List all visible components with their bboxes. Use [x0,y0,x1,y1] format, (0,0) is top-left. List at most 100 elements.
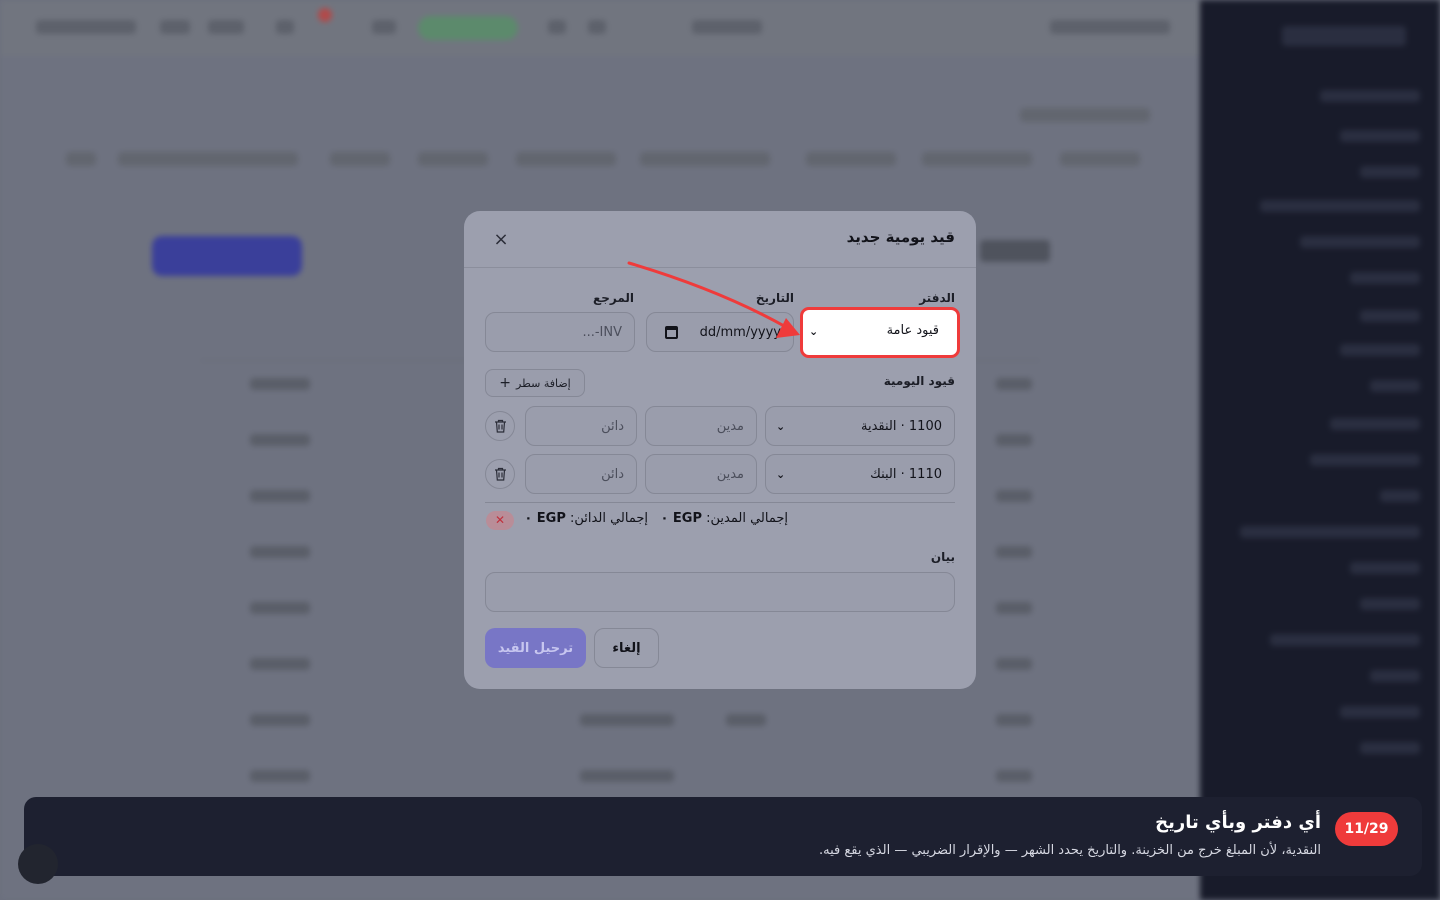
reference-input[interactable]: INV-... [485,312,635,352]
background-notification-dot [318,8,332,22]
total-debit-label: إجمالي المدين: [706,511,788,526]
trash-icon [494,467,506,481]
background-sidebar-item [1370,670,1420,682]
reference-placeholder: INV-... [582,324,622,340]
background-table-cell [996,434,1032,446]
background-primary-button [152,236,302,276]
calendar-icon[interactable] [665,326,678,339]
background-table-cell [250,714,310,726]
background-table-cell [996,602,1032,614]
line-account-value: 1100 · النقدية [861,418,942,434]
background-breadcrumb [1020,108,1150,122]
description-label: بيان [930,550,955,564]
line-account-select[interactable]: 1100 · النقدية ⌄ [765,406,955,446]
close-icon[interactable]: × [492,231,510,249]
background-sidebar-item [1260,200,1420,212]
background-topbar-item [372,20,396,34]
background-topbar-item [1050,20,1170,34]
ledger-select-value: قيود عامة [886,323,939,338]
line-account-value: 1110 · البنك [870,466,942,482]
tour-title: أي دفتر وبأي تاريخ [1155,812,1321,833]
background-table-cell [250,546,310,558]
trash-icon [494,419,506,433]
line-credit-input[interactable]: دائن [525,454,637,494]
background-sidebar-item [1380,490,1420,502]
background-table-cell [996,490,1032,502]
background-topbar-item [588,20,606,34]
background-sidebar-item [1340,130,1420,142]
background-filter [330,152,390,166]
add-line-button[interactable]: إضافة سطر + [485,369,585,397]
background-sidebar-item [1240,526,1420,538]
background-sidebar-item [1340,706,1420,718]
unbalanced-status-icon: ✕ [486,511,514,530]
background-sidebar-item [1310,454,1420,466]
background-sidebar-item [1370,380,1420,392]
background-sidebar-item [1360,598,1420,610]
background-table-cell [250,770,310,782]
credit-placeholder: دائن [601,466,624,482]
ledger-select[interactable]: قيود عامة ⌄ [800,307,960,358]
tour-step-badge: 11/29 [1335,812,1398,846]
background-table-cell [726,714,766,726]
background-filter [118,152,298,166]
background-sidebar-item [1350,562,1420,574]
description-input[interactable] [485,572,955,612]
line-account-select[interactable]: 1110 · البنك ⌄ [765,454,955,494]
debit-placeholder: مدين [716,466,744,482]
background-sidebar-item [1270,634,1420,646]
line-credit-input[interactable]: دائن [525,406,637,446]
background-table-cell [250,490,310,502]
background-sidebar-item [1300,236,1420,248]
background-topbar [0,0,1200,56]
background-sidebar-item [1350,272,1420,284]
background-topbar-item [692,20,762,34]
credit-placeholder: دائن [601,418,624,434]
total-credit-label: إجمالي الدائن: [570,511,648,526]
help-bubble-button[interactable] [18,844,58,884]
background-sidebar [1200,0,1440,900]
background-sidebar-item [1360,310,1420,322]
background-table-cell [996,658,1032,670]
divider [485,502,955,503]
date-input[interactable]: dd/mm/yyyy [646,312,794,352]
background-table-cell [250,602,310,614]
background-table-cell [996,378,1032,390]
plus-icon: + [499,375,512,391]
background-sidebar-logo [1282,26,1406,46]
background-filter [516,152,616,166]
line-debit-input[interactable]: مدين [645,406,757,446]
total-credit-value: EGP ٠ [524,511,566,526]
background-topbar-item [276,20,294,34]
background-sidebar-item [1320,90,1420,102]
delete-line-button[interactable] [485,411,515,441]
chevron-down-icon: ⌄ [776,468,786,481]
background-table-cell [580,770,674,782]
background-filter [922,152,1032,166]
background-table-cell [996,546,1032,558]
chevron-down-icon: ⌄ [809,325,819,338]
entries-label: قيود اليومية [883,374,955,388]
background-heading [980,240,1050,262]
ledger-label: الدفتر [919,291,955,305]
line-debit-input[interactable]: مدين [645,454,757,494]
date-input-value: dd/mm/yyyy [699,324,781,340]
date-label: التاريخ [755,291,794,305]
background-table-cell [580,714,674,726]
post-entry-button[interactable]: ترحيل القيد [485,628,586,668]
background-filter [806,152,896,166]
journal-entry-modal: قيد يومية جديد × الدفتر التاريخ المرجع ق… [464,211,976,689]
background-table-cell [996,714,1032,726]
background-sidebar-item [1360,166,1420,178]
background-filter [418,152,488,166]
cancel-button[interactable]: إلغاء [594,628,659,668]
modal-title: قيد يومية جديد [846,228,955,246]
background-filter [1060,152,1140,166]
reference-label: المرجع [593,291,634,305]
total-credit: إجمالي الدائن: EGP ٠ [524,511,648,526]
delete-line-button[interactable] [485,459,515,489]
add-line-label: إضافة سطر [516,376,571,390]
tour-banner: 11/29 أي دفتر وبأي تاريخ النقدية، لأن ال… [24,797,1422,876]
debit-placeholder: مدين [716,418,744,434]
background-status-pill [418,16,518,40]
